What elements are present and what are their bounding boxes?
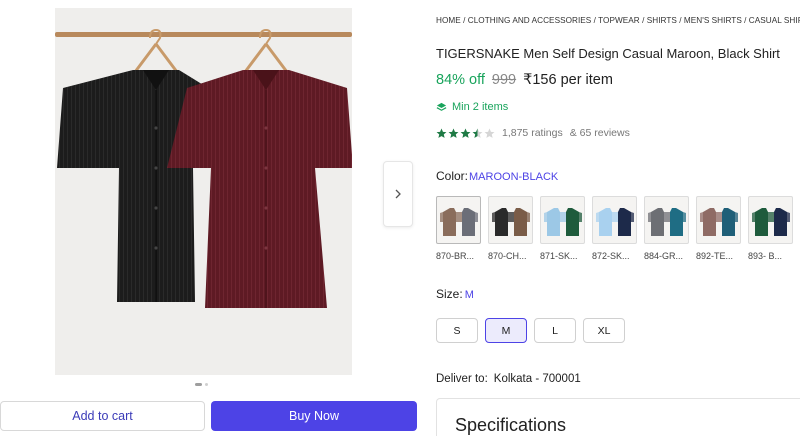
size-label: Size: M xyxy=(436,287,474,301)
color-swatch-caption: 893- B... xyxy=(748,251,783,261)
color-swatch[interactable]: 870-CH... xyxy=(488,196,533,261)
star-icon xyxy=(448,128,459,138)
color-label: Color:MAROON-BLACK xyxy=(436,169,558,183)
carousel-dot-active[interactable] xyxy=(195,383,202,386)
color-swatch-caption: 870-CH... xyxy=(488,251,527,261)
layers-icon xyxy=(436,102,447,111)
size-option[interactable]: L xyxy=(534,318,576,343)
color-swatch[interactable]: 870-BR... xyxy=(436,196,481,261)
reviews-count: & 65 reviews xyxy=(569,127,630,139)
chevron-right-icon xyxy=(395,189,401,199)
half-star-icon xyxy=(472,128,483,138)
color-swatch[interactable]: 893- B... xyxy=(748,196,793,261)
color-swatch[interactable]: 871-SK... xyxy=(540,196,585,261)
size-option[interactable]: XL xyxy=(583,318,625,343)
specifications-title: Specifications xyxy=(455,415,567,435)
discount-label: 84% off xyxy=(436,72,485,88)
color-swatch-caption: 871-SK... xyxy=(540,251,578,261)
color-swatch[interactable]: 872-SK... xyxy=(592,196,637,261)
selected-size: M xyxy=(464,289,474,301)
breadcrumb[interactable]: HOME / CLOTHING AND ACCESSORIES / TOPWEA… xyxy=(436,16,800,25)
color-swatch-image[interactable] xyxy=(748,196,793,244)
color-heading: Color: xyxy=(436,169,469,183)
size-option[interactable]: S xyxy=(436,318,478,343)
color-swatch-caption: 872-SK... xyxy=(592,251,630,261)
original-price: 999 xyxy=(491,72,517,88)
empty-star-icon xyxy=(484,128,495,138)
size-heading: Size: xyxy=(436,287,463,301)
color-swatches: 870-BR... 870-CH... 871-SK... 872-SK... 884-… xyxy=(436,196,793,261)
color-swatch-image[interactable] xyxy=(644,196,689,244)
carousel-dots[interactable] xyxy=(195,383,208,386)
color-swatch-image[interactable] xyxy=(540,196,585,244)
selling-price: ₹156 per item xyxy=(523,72,613,88)
product-image[interactable] xyxy=(55,8,352,375)
color-swatch-caption: 884-GR... xyxy=(644,251,684,261)
next-image-button[interactable] xyxy=(383,161,413,227)
price-row: 84% off 999 ₹156 per item xyxy=(436,72,613,88)
color-swatch-image[interactable] xyxy=(488,196,533,244)
selected-color: MAROON-BLACK xyxy=(469,171,559,183)
delivery-info[interactable]: Deliver to: Kolkata - 700001 xyxy=(436,373,581,385)
color-swatch-caption: 892-TE... xyxy=(696,251,734,261)
color-swatch-image[interactable] xyxy=(696,196,741,244)
star-icon xyxy=(436,128,447,138)
color-swatch-image[interactable] xyxy=(592,196,637,244)
product-title: TIGERSNAKE Men Self Design Casual Maroon… xyxy=(436,46,780,61)
specifications-panel: Specifications xyxy=(436,398,800,436)
min-quantity-label: Min 2 items xyxy=(452,101,509,113)
buy-now-button[interactable]: Buy Now xyxy=(211,401,417,431)
ratings-count: 1,875 ratings xyxy=(502,127,563,139)
rating-row[interactable]: 1,875 ratings & 65 reviews xyxy=(436,127,630,139)
star-icon xyxy=(460,128,471,138)
size-options: S M L XL xyxy=(436,318,625,343)
star-rating xyxy=(436,128,495,139)
min-quantity: Min 2 items xyxy=(436,101,508,113)
add-to-cart-button[interactable]: Add to cart xyxy=(0,401,205,431)
carousel-dot[interactable] xyxy=(205,383,208,386)
color-swatch[interactable]: 892-TE... xyxy=(696,196,741,261)
color-swatch-caption: 870-BR... xyxy=(436,251,475,261)
deliver-label: Deliver to: xyxy=(436,373,488,385)
color-swatch-image[interactable] xyxy=(436,196,481,244)
size-option[interactable]: M xyxy=(485,318,527,343)
delivery-location[interactable]: Kolkata - 700001 xyxy=(494,373,581,385)
color-swatch[interactable]: 884-GR... xyxy=(644,196,689,261)
